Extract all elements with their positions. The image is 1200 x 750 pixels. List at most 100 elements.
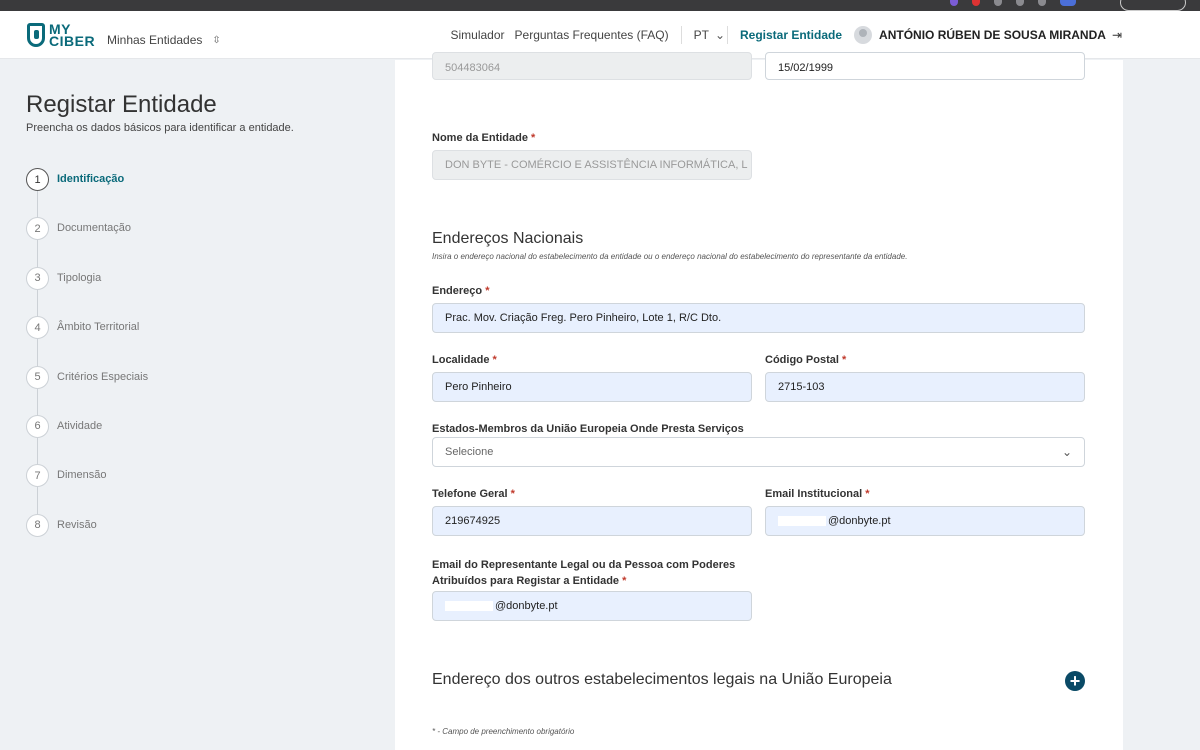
postal-code-value: 2715-103	[778, 381, 825, 393]
logout-icon[interactable]: ⇥	[1112, 28, 1122, 42]
required-marker: *	[842, 354, 847, 366]
institutional-email-label-text: Email Institucional	[765, 488, 863, 500]
step-number: 8	[26, 513, 49, 537]
representative-email-input[interactable]: @donbyte.pt	[432, 591, 752, 621]
step-label: Âmbito Territorial	[57, 321, 140, 334]
date-input[interactable]: 15/02/1999	[765, 52, 1085, 80]
extension-icon[interactable]	[1016, 0, 1024, 6]
logo-text-bottom: CIBER	[49, 33, 96, 49]
chevron-down-icon: ⌄	[1061, 445, 1072, 459]
nav-divider	[680, 26, 682, 44]
extension-icon[interactable]	[950, 0, 958, 6]
required-marker: *	[865, 488, 870, 500]
page-subtitle: Preencha os dados básicos para identific…	[26, 122, 294, 134]
locality-value: Pero Pinheiro	[445, 381, 512, 393]
profile-icon[interactable]	[1060, 0, 1076, 6]
institutional-email-label: Email Institucional *	[765, 488, 870, 500]
address-label: Endereço *	[432, 285, 489, 297]
locality-label: Localidade *	[432, 354, 497, 366]
postal-code-label: Código Postal *	[765, 354, 846, 366]
step-connector	[37, 339, 38, 367]
logo-wordmark: MY CIBER	[49, 22, 96, 49]
chevron-up-down-icon: ⇳	[212, 34, 221, 46]
representative-email-label-line1: Email do Representante Legal ou da Pesso…	[432, 559, 736, 571]
step-criterios-especiais[interactable]: 5 Critérios Especiais	[26, 365, 149, 416]
language-label: PT	[693, 28, 709, 42]
nav-divider	[727, 26, 728, 44]
form-panel: 504483064 15/02/1999 Nome da Entidade * …	[395, 52, 1123, 750]
eu-states-select[interactable]: Selecione ⌄	[432, 437, 1085, 467]
nav-simulator-link[interactable]: Simulador	[450, 28, 504, 42]
address-input[interactable]: Prac. Mov. Criação Freg. Pero Pinheiro, …	[432, 303, 1085, 333]
entities-selector[interactable]: Minhas Entidades ⇳	[107, 33, 221, 47]
step-number: 3	[26, 266, 49, 290]
extension-icon[interactable]	[972, 0, 980, 6]
other-eu-addresses-title: Endereço dos outros estabelecimentos leg…	[432, 671, 892, 688]
step-label: Identificação	[57, 173, 125, 185]
nav-register-entity-link[interactable]: Registar Entidade	[740, 28, 842, 42]
phone-input[interactable]: 219674925	[432, 506, 752, 536]
entities-selector-label: Minhas Entidades	[107, 33, 203, 47]
locality-input[interactable]: Pero Pinheiro	[432, 372, 752, 402]
user-avatar-icon[interactable]	[854, 26, 873, 44]
step-tipologia[interactable]: 3 Tipologia	[26, 266, 148, 317]
page-title: Registar Entidade	[26, 91, 217, 118]
step-identificacao[interactable]: 1 Identificação	[26, 168, 148, 218]
redacted-text	[778, 516, 826, 526]
step-number: 4	[26, 316, 49, 340]
entity-name-label-text: Nome da Entidade	[432, 132, 528, 144]
nif-input: 504483064	[432, 52, 752, 80]
required-marker: *	[622, 575, 627, 587]
institutional-email-value: @donbyte.pt	[828, 515, 891, 527]
user-name[interactable]: ANTÓNIO RÚBEN DE SOUSA MIRANDA	[879, 28, 1106, 42]
step-number: 6	[26, 414, 49, 438]
browser-chrome-strip	[0, 0, 1200, 11]
date-value: 15/02/1999	[778, 62, 834, 74]
step-label: Atividade	[57, 419, 103, 432]
national-addresses-description: Insira o endereço nacional do estabeleci…	[432, 252, 908, 261]
registration-sidebar: Registar Entidade Preencha os dados bási…	[0, 60, 395, 750]
stepper: 1 Identificação 2 Documentação 3 Tipolog…	[26, 168, 148, 563]
step-number: 7	[26, 464, 49, 488]
extension-icon[interactable]	[1038, 0, 1046, 6]
step-documentacao[interactable]: 2 Documentação	[26, 217, 148, 268]
step-label: Dimensão	[57, 469, 107, 482]
browser-menu-pill[interactable]	[1120, 0, 1186, 11]
postal-code-label-text: Código Postal	[765, 354, 839, 366]
add-address-button[interactable]: +	[1065, 671, 1085, 691]
step-label: Documentação	[57, 222, 131, 235]
address-label-text: Endereço	[432, 285, 483, 297]
required-marker: *	[492, 354, 497, 366]
chevron-down-icon: ⌄	[714, 28, 725, 42]
step-dimensao[interactable]: 7 Dimensão	[26, 464, 148, 515]
institutional-email-input[interactable]: @donbyte.pt	[765, 506, 1085, 536]
representative-email-value: @donbyte.pt	[495, 600, 558, 612]
nif-value: 504483064	[445, 62, 501, 74]
nav-faq-link[interactable]: Perguntas Frequentes (FAQ)	[515, 28, 669, 42]
myciber-logo[interactable]: MY CIBER	[27, 22, 96, 49]
step-label: Revisão	[57, 518, 97, 531]
eu-states-label: Estados-Membros da União Europeia Onde P…	[432, 423, 744, 435]
step-connector	[37, 437, 38, 465]
step-revisao[interactable]: 8 Revisão	[26, 513, 148, 563]
language-selector[interactable]: PT ⌄	[694, 28, 725, 42]
entity-name-label: Nome da Entidade *	[432, 132, 535, 144]
required-marker: *	[510, 488, 515, 500]
step-connector	[37, 191, 38, 218]
representative-email-label: Email do Representante Legal ou da Pesso…	[432, 557, 735, 589]
phone-value: 219674925	[445, 515, 501, 527]
step-number: 5	[26, 365, 49, 389]
plus-icon: +	[1069, 671, 1081, 691]
step-ambito-territorial[interactable]: 4 Âmbito Territorial	[26, 316, 148, 367]
required-marker: *	[531, 132, 536, 144]
representative-email-label-line2: Atribuídos para Registar a Entidade	[432, 575, 620, 587]
step-label: Critérios Especiais	[57, 370, 149, 383]
step-connector	[37, 289, 38, 317]
postal-code-input[interactable]: 2715-103	[765, 372, 1085, 402]
extension-icon[interactable]	[994, 0, 1002, 6]
address-value: Prac. Mov. Criação Freg. Pero Pinheiro, …	[445, 312, 722, 324]
required-marker: *	[485, 285, 490, 297]
step-number: 1	[26, 168, 49, 191]
step-atividade[interactable]: 6 Atividade	[26, 414, 148, 465]
shield-logo-icon	[27, 23, 45, 47]
